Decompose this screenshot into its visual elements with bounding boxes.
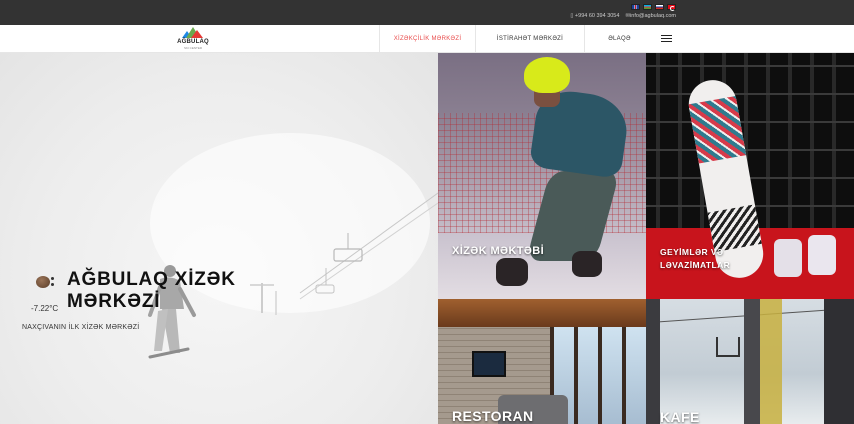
- skier-helmet: [524, 57, 570, 93]
- hero-section: -7.22°C AĞBULAQ XİZƏK MƏRKƏZİ NAXÇIVANIN…: [0, 53, 438, 424]
- temperature-readout: -7.22°C: [31, 304, 59, 313]
- tile-restaurant[interactable]: RESTORAN: [438, 299, 646, 424]
- phone-link[interactable]: ▯ +994 60 394 3054: [570, 13, 619, 19]
- cafe-window-frame-left: [646, 299, 660, 424]
- language-switcher: [631, 4, 676, 11]
- logo-text: AĞBULAQ: [177, 39, 209, 45]
- main-navbar: AĞBULAQ SKI CENTER XİZƏKÇİLİK MƏRKƏZİ İS…: [0, 25, 854, 53]
- hero-subtitle: NAXÇIVANIN İLK XİZƏK MƏRKƏZİ: [22, 324, 140, 331]
- email-link[interactable]: ✉info@agbulaq.com: [625, 13, 676, 19]
- tile-label-equipment-line1: GEYİMLƏR VƏ: [660, 247, 724, 257]
- tile-ski-school[interactable]: XİZƏK MƏKTƏBİ: [438, 53, 646, 299]
- logo-subtext: SKI CENTER: [183, 46, 202, 50]
- hamburger-menu-icon[interactable]: [654, 25, 678, 52]
- tile-label-equipment: GEYİMLƏR VƏ LƏVAZİMATLAR: [660, 246, 730, 272]
- cafe-window-frame-mid: [744, 299, 760, 424]
- flag-tr-icon[interactable]: [667, 4, 676, 11]
- logo-mountain-red: [191, 30, 203, 38]
- tile-label-restaurant: RESTORAN: [452, 408, 534, 424]
- tile-label-ski-school: XİZƏK MƏKTƏBİ: [452, 245, 545, 257]
- hero-background-illustration: [148, 133, 438, 359]
- boot-image-1: [774, 239, 802, 277]
- hero-title-line2: MƏRKƏZİ: [67, 291, 161, 312]
- nav-link-contact[interactable]: ƏLAQƏ: [584, 25, 654, 52]
- flag-az-icon[interactable]: [643, 4, 652, 10]
- chairlift: [716, 337, 740, 357]
- cafe-yellow-panel: [760, 299, 782, 424]
- contact-info: ▯ +994 60 394 3054 ✉info@agbulaq.com: [570, 13, 676, 19]
- hero-title: AĞBULAQ XİZƏK MƏRKƏZİ: [67, 269, 236, 313]
- hero-title-line1: AĞBULAQ XİZƏK: [67, 269, 236, 290]
- cafe-window-frame-right: [824, 299, 854, 424]
- tile-label-cafe: KAFE: [660, 409, 700, 424]
- flag-en-icon[interactable]: [631, 4, 640, 10]
- weather-icon: [36, 274, 54, 290]
- top-bar: ▯ +994 60 394 3054 ✉info@agbulaq.com: [0, 0, 854, 25]
- tile-cafe[interactable]: KAFE: [646, 299, 854, 424]
- boot-image-2: [808, 235, 836, 275]
- site-logo[interactable]: AĞBULAQ SKI CENTER: [177, 27, 209, 51]
- skier-boot-left: [496, 258, 528, 286]
- skier-boot-right: [572, 251, 602, 277]
- nav-link-ski-center[interactable]: XİZƏKÇİLİK MƏRKƏZİ: [379, 25, 475, 52]
- nav-links: XİZƏKÇİLİK MƏRKƏZİ İSTİRAHƏT MƏRKƏZİ ƏLA…: [379, 25, 678, 52]
- email-address: info@agbulaq.com: [630, 13, 676, 19]
- nav-link-leisure-center[interactable]: İSTİRAHƏT MƏRKƏZİ: [475, 25, 584, 52]
- flag-ru-icon[interactable]: [655, 4, 664, 10]
- tile-label-equipment-line2: LƏVAZİMATLAR: [660, 260, 731, 270]
- restaurant-tv: [472, 351, 506, 377]
- phone-number: +994 60 394 3054: [574, 13, 620, 19]
- tile-equipment[interactable]: GEYİMLƏR VƏ LƏVAZİMATLAR: [646, 53, 854, 299]
- restaurant-ceiling: [438, 299, 646, 327]
